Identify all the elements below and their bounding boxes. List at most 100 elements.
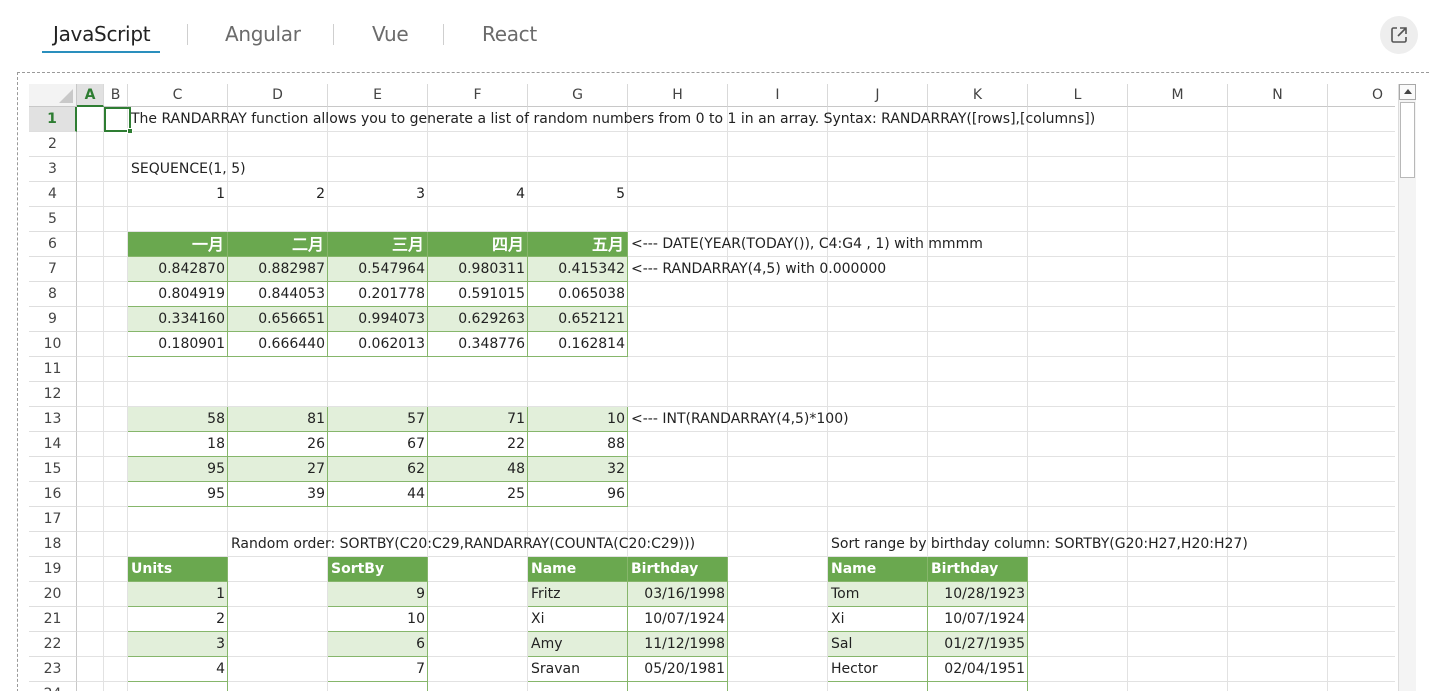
row-header[interactable]: 14 xyxy=(29,432,77,457)
header-cell[interactable]: Birthday xyxy=(628,557,728,582)
header-cell[interactable]: Name xyxy=(828,557,928,582)
cell-e20[interactable]: 9 xyxy=(328,582,428,607)
cell-k20[interactable]: 10/28/1923 xyxy=(928,582,1028,607)
cell-e21[interactable]: 10 xyxy=(328,607,428,632)
cell-c14[interactable]: 18 xyxy=(128,432,228,457)
cell-e10[interactable]: 0.062013 xyxy=(328,332,428,357)
header-cell[interactable]: 三月 xyxy=(328,232,428,257)
header-cell[interactable]: Units xyxy=(128,557,228,582)
cell-g10[interactable]: 0.162814 xyxy=(528,332,628,357)
cell-f15[interactable]: 48 xyxy=(428,457,528,482)
cell-c4[interactable]: 1 xyxy=(128,182,228,207)
cell-f16[interactable]: 25 xyxy=(428,482,528,507)
cell-g8[interactable]: 0.065038 xyxy=(528,282,628,307)
row-header[interactable]: 9 xyxy=(29,307,77,332)
row-header[interactable]: 10 xyxy=(29,332,77,357)
scroll-up-arrow-icon[interactable] xyxy=(1399,84,1416,100)
cell-g23[interactable]: Sravan xyxy=(528,657,628,682)
cell-j20[interactable]: Tom xyxy=(828,582,928,607)
open-external-button[interactable] xyxy=(1380,16,1418,54)
cell-c23[interactable]: 4 xyxy=(128,657,228,682)
row-header[interactable]: 21 xyxy=(29,607,77,632)
scrollbar-thumb[interactable] xyxy=(1400,102,1415,178)
column-header[interactable]: F xyxy=(428,84,528,107)
cell-h21[interactable]: 10/07/1924 xyxy=(628,607,728,632)
cell-d16[interactable]: 39 xyxy=(228,482,328,507)
cell-g22[interactable]: Amy xyxy=(528,632,628,657)
row-header[interactable]: 17 xyxy=(29,507,77,532)
row-header[interactable]: 24 xyxy=(29,682,77,691)
row-header[interactable]: 7 xyxy=(29,257,77,282)
row-header[interactable]: 4 xyxy=(29,182,77,207)
cell-c8[interactable]: 0.804919 xyxy=(128,282,228,307)
row-header[interactable]: 1 xyxy=(29,107,77,132)
cell-d9[interactable]: 0.656651 xyxy=(228,307,328,332)
cell-g4[interactable]: 5 xyxy=(528,182,628,207)
cell-d7[interactable]: 0.882987 xyxy=(228,257,328,282)
cell-e8[interactable]: 0.201778 xyxy=(328,282,428,307)
cell-g20[interactable]: Fritz xyxy=(528,582,628,607)
cell-c22[interactable]: 3 xyxy=(128,632,228,657)
column-header[interactable]: N xyxy=(1228,84,1328,107)
tab-angular[interactable]: Angular xyxy=(225,22,301,46)
header-cell[interactable]: Birthday xyxy=(928,557,1028,582)
cell-g15[interactable]: 32 xyxy=(528,457,628,482)
row-header[interactable]: 22 xyxy=(29,632,77,657)
cell-c9[interactable]: 0.334160 xyxy=(128,307,228,332)
cell-j21[interactable]: Xi xyxy=(828,607,928,632)
column-header[interactable]: A xyxy=(77,84,104,107)
cell-e23[interactable]: 7 xyxy=(328,657,428,682)
cell-e13[interactable]: 57 xyxy=(328,407,428,432)
cell-c20[interactable]: 1 xyxy=(128,582,228,607)
cell-f7[interactable]: 0.980311 xyxy=(428,257,528,282)
row-header[interactable]: 13 xyxy=(29,407,77,432)
column-header[interactable]: C xyxy=(128,84,228,107)
cell-c16[interactable]: 95 xyxy=(128,482,228,507)
cell-g21[interactable]: Xi xyxy=(528,607,628,632)
cell-f9[interactable]: 0.629263 xyxy=(428,307,528,332)
column-header[interactable]: D xyxy=(228,84,328,107)
cell-j18[interactable]: Sort range by birthday column: SORTBY(G2… xyxy=(828,532,1248,557)
cell-c21[interactable]: 2 xyxy=(128,607,228,632)
cell-g7[interactable]: 0.415342 xyxy=(528,257,628,282)
cell-d13[interactable]: 81 xyxy=(228,407,328,432)
cell-c15[interactable]: 95 xyxy=(128,457,228,482)
tab-vue[interactable]: Vue xyxy=(372,22,409,46)
header-cell[interactable]: 一月 xyxy=(128,232,228,257)
cell-d14[interactable]: 26 xyxy=(228,432,328,457)
row-header[interactable]: 12 xyxy=(29,382,77,407)
column-header[interactable]: G xyxy=(528,84,628,107)
cell-g16[interactable]: 96 xyxy=(528,482,628,507)
column-header[interactable]: M xyxy=(1128,84,1228,107)
spreadsheet-grid[interactable]: The RANDARRAY function allows you to gen… xyxy=(29,84,1395,691)
header-cell[interactable]: Name xyxy=(528,557,628,582)
vertical-scrollbar[interactable] xyxy=(1398,84,1416,691)
column-header[interactable]: O xyxy=(1328,84,1395,107)
row-header[interactable]: 16 xyxy=(29,482,77,507)
row-header[interactable]: 11 xyxy=(29,357,77,382)
cell-k22[interactable]: 01/27/1935 xyxy=(928,632,1028,657)
cell-g14[interactable]: 88 xyxy=(528,432,628,457)
cell-h22[interactable]: 11/12/1998 xyxy=(628,632,728,657)
cell-j23[interactable]: Hector xyxy=(828,657,928,682)
header-cell[interactable]: 二月 xyxy=(228,232,328,257)
fill-handle[interactable] xyxy=(127,128,133,134)
row-header[interactable]: 23 xyxy=(29,657,77,682)
cell-f13[interactable]: 71 xyxy=(428,407,528,432)
cell-k23[interactable]: 02/04/1951 xyxy=(928,657,1028,682)
column-header[interactable]: K xyxy=(928,84,1028,107)
cell-h13[interactable]: <--- INT(RANDARRAY(4,5)*100) xyxy=(628,407,849,432)
cell-e22[interactable]: 6 xyxy=(328,632,428,657)
cell-e9[interactable]: 0.994073 xyxy=(328,307,428,332)
tab-javascript[interactable]: JavaScript xyxy=(53,22,151,46)
cell-e4[interactable]: 3 xyxy=(328,182,428,207)
header-cell[interactable]: SortBy xyxy=(328,557,428,582)
column-header[interactable]: I xyxy=(728,84,828,107)
column-header[interactable]: B xyxy=(104,84,128,107)
column-header[interactable]: J xyxy=(828,84,928,107)
cell-c10[interactable]: 0.180901 xyxy=(128,332,228,357)
cell-c13[interactable]: 58 xyxy=(128,407,228,432)
cell-h7[interactable]: <--- RANDARRAY(4,5) with 0.000000 xyxy=(628,257,886,282)
tab-react[interactable]: React xyxy=(482,22,537,46)
row-header[interactable]: 15 xyxy=(29,457,77,482)
